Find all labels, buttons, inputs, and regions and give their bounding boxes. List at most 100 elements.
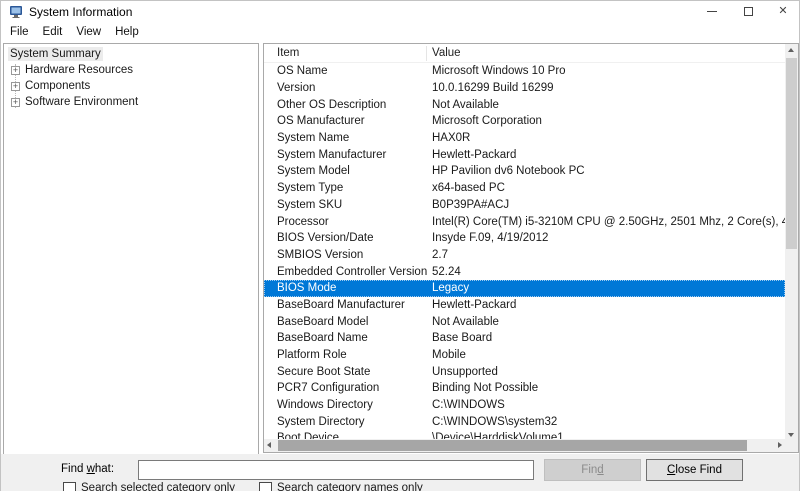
maximize-button[interactable] — [730, 1, 767, 22]
table-row[interactable]: BaseBoard NameBase Board — [264, 330, 785, 347]
table-row[interactable]: BaseBoard ManufacturerHewlett-Packard — [264, 297, 785, 314]
value-cell: HAX0R — [432, 132, 785, 144]
search-options-row: Search selected category only Search cat… — [1, 481, 799, 491]
app-icon — [9, 5, 23, 19]
horizontal-scroll-thumb[interactable] — [278, 440, 747, 451]
sidebar-item-hardware-resources[interactable]: +Hardware Resources — [4, 62, 258, 78]
item-cell: System Type — [277, 182, 432, 194]
item-cell: Processor — [277, 216, 432, 228]
value-cell: Insyde F.09, 4/19/2012 — [432, 232, 785, 244]
value-cell: 2.7 — [432, 249, 785, 261]
item-cell: System Directory — [277, 416, 432, 428]
value-cell: C:\WINDOWS\system32 — [432, 416, 785, 428]
table-row[interactable]: Secure Boot StateUnsupported — [264, 363, 785, 380]
table-row[interactable]: BIOS Version/DateInsyde F.09, 4/19/2012 — [264, 230, 785, 247]
item-cell: BIOS Version/Date — [277, 232, 432, 244]
table-row[interactable]: OS NameMicrosoft Windows 10 Pro — [264, 63, 785, 80]
sidebar-item-label: Software Environment — [25, 96, 138, 108]
value-cell: Mobile — [432, 349, 785, 361]
value-cell: Not Available — [432, 99, 785, 111]
table-row[interactable]: Embedded Controller Version52.24 — [264, 263, 785, 280]
table-row[interactable]: PCR7 ConfigurationBinding Not Possible — [264, 380, 785, 397]
vertical-scrollbar[interactable] — [785, 44, 798, 441]
item-cell: Other OS Description — [277, 99, 432, 111]
item-cell: System Model — [277, 165, 432, 177]
table-row[interactable]: OS ManufacturerMicrosoft Corporation — [264, 113, 785, 130]
table-row[interactable]: System ManufacturerHewlett-Packard — [264, 146, 785, 163]
table-row[interactable]: Version10.0.16299 Build 16299 — [264, 80, 785, 97]
menu-item-file[interactable]: File — [3, 24, 36, 40]
value-cell: HP Pavilion dv6 Notebook PC — [432, 165, 785, 177]
find-bar: Find what: Find Close Find Search select… — [1, 454, 799, 491]
close-button[interactable]: ✕ — [767, 1, 799, 22]
title-bar: System Information ✕ — [1, 1, 799, 22]
table-row[interactable]: Boot Device\Device\HarddiskVolume1 — [264, 430, 785, 439]
item-cell: BIOS Mode — [277, 282, 432, 294]
value-cell: Unsupported — [432, 366, 785, 378]
table-row[interactable]: Other OS DescriptionNot Available — [264, 96, 785, 113]
table-row[interactable]: System ModelHP Pavilion dv6 Notebook PC — [264, 163, 785, 180]
table-row[interactable]: BaseBoard ModelNot Available — [264, 313, 785, 330]
item-cell: OS Manufacturer — [277, 115, 432, 127]
table-row[interactable]: Windows DirectoryC:\WINDOWS — [264, 397, 785, 414]
details-list-panel: Item Value OS NameMicrosoft Windows 10 P… — [263, 43, 799, 453]
item-cell: System Manufacturer — [277, 149, 432, 161]
sidebar-item-label: System Summary — [8, 47, 103, 61]
menu-item-view[interactable]: View — [69, 24, 108, 40]
item-cell: OS Name — [277, 65, 432, 77]
table-row[interactable]: ProcessorIntel(R) Core(TM) i5-3210M CPU … — [264, 213, 785, 230]
item-cell: BaseBoard Manufacturer — [277, 299, 432, 311]
sidebar-item-label: Components — [25, 80, 90, 92]
sidebar-item-components[interactable]: + Components — [4, 78, 258, 94]
table-row[interactable]: System SKUB0P39PA#ACJ — [264, 197, 785, 214]
expand-plus-icon[interactable]: + — [11, 98, 20, 107]
column-header-value[interactable]: Value — [432, 47, 461, 59]
menu-item-help[interactable]: Help — [108, 24, 146, 40]
scroll-down-icon[interactable] — [788, 433, 794, 437]
search-selected-category-checkbox[interactable] — [63, 482, 76, 491]
scroll-right-icon[interactable] — [778, 442, 782, 448]
value-cell: C:\WINDOWS — [432, 399, 785, 411]
find-input[interactable] — [138, 460, 534, 480]
search-category-names-label: Search category names only — [277, 482, 423, 491]
item-cell: Secure Boot State — [277, 366, 432, 378]
scroll-up-icon[interactable] — [788, 48, 794, 52]
minimize-button[interactable] — [693, 1, 730, 22]
list-rows: OS NameMicrosoft Windows 10 ProVersion10… — [264, 63, 785, 439]
value-cell: Microsoft Corporation — [432, 115, 785, 127]
value-cell: Base Board — [432, 332, 785, 344]
item-cell: BaseBoard Model — [277, 316, 432, 328]
scroll-left-icon[interactable] — [267, 442, 271, 448]
menu-item-edit[interactable]: Edit — [36, 24, 70, 40]
list-header: Item Value — [264, 44, 785, 63]
table-row[interactable]: BIOS ModeLegacy — [264, 280, 785, 297]
table-row[interactable]: System NameHAX0R — [264, 130, 785, 147]
item-cell: Windows Directory — [277, 399, 432, 411]
search-category-names-checkbox[interactable] — [259, 482, 272, 491]
column-header-item[interactable]: Item — [277, 47, 299, 59]
find-button[interactable]: Find — [544, 459, 641, 481]
table-row[interactable]: System DirectoryC:\WINDOWS\system32 — [264, 413, 785, 430]
sidebar-item-system-summary[interactable]: System Summary — [4, 46, 258, 62]
sidebar-item-software-environment[interactable]: + Software Environment — [4, 94, 258, 110]
column-separator[interactable] — [426, 46, 427, 61]
table-row[interactable]: SMBIOS Version2.7 — [264, 247, 785, 264]
system-information-window: { "window": { "title": "System Informati… — [0, 0, 800, 491]
close-find-button[interactable]: Close Find — [646, 459, 743, 481]
vertical-scroll-thumb[interactable] — [786, 58, 797, 249]
value-cell: Hewlett-Packard — [432, 299, 785, 311]
table-row[interactable]: System Typex64-based PC — [264, 180, 785, 197]
table-row[interactable]: Platform RoleMobile — [264, 347, 785, 364]
item-cell: Version — [277, 82, 432, 94]
horizontal-scrollbar[interactable] — [264, 439, 785, 452]
find-what-label: Find what: — [61, 463, 114, 475]
value-cell: Microsoft Windows 10 Pro — [432, 65, 785, 77]
item-cell: Embedded Controller Version — [277, 266, 432, 278]
item-cell: SMBIOS Version — [277, 249, 432, 261]
maximize-icon — [744, 7, 753, 16]
expand-plus-icon[interactable]: + — [11, 66, 20, 75]
window-title: System Information — [29, 5, 132, 19]
expand-plus-icon[interactable]: + — [11, 82, 20, 91]
value-cell: 52.24 — [432, 266, 785, 278]
scrollbar-corner — [785, 439, 798, 452]
